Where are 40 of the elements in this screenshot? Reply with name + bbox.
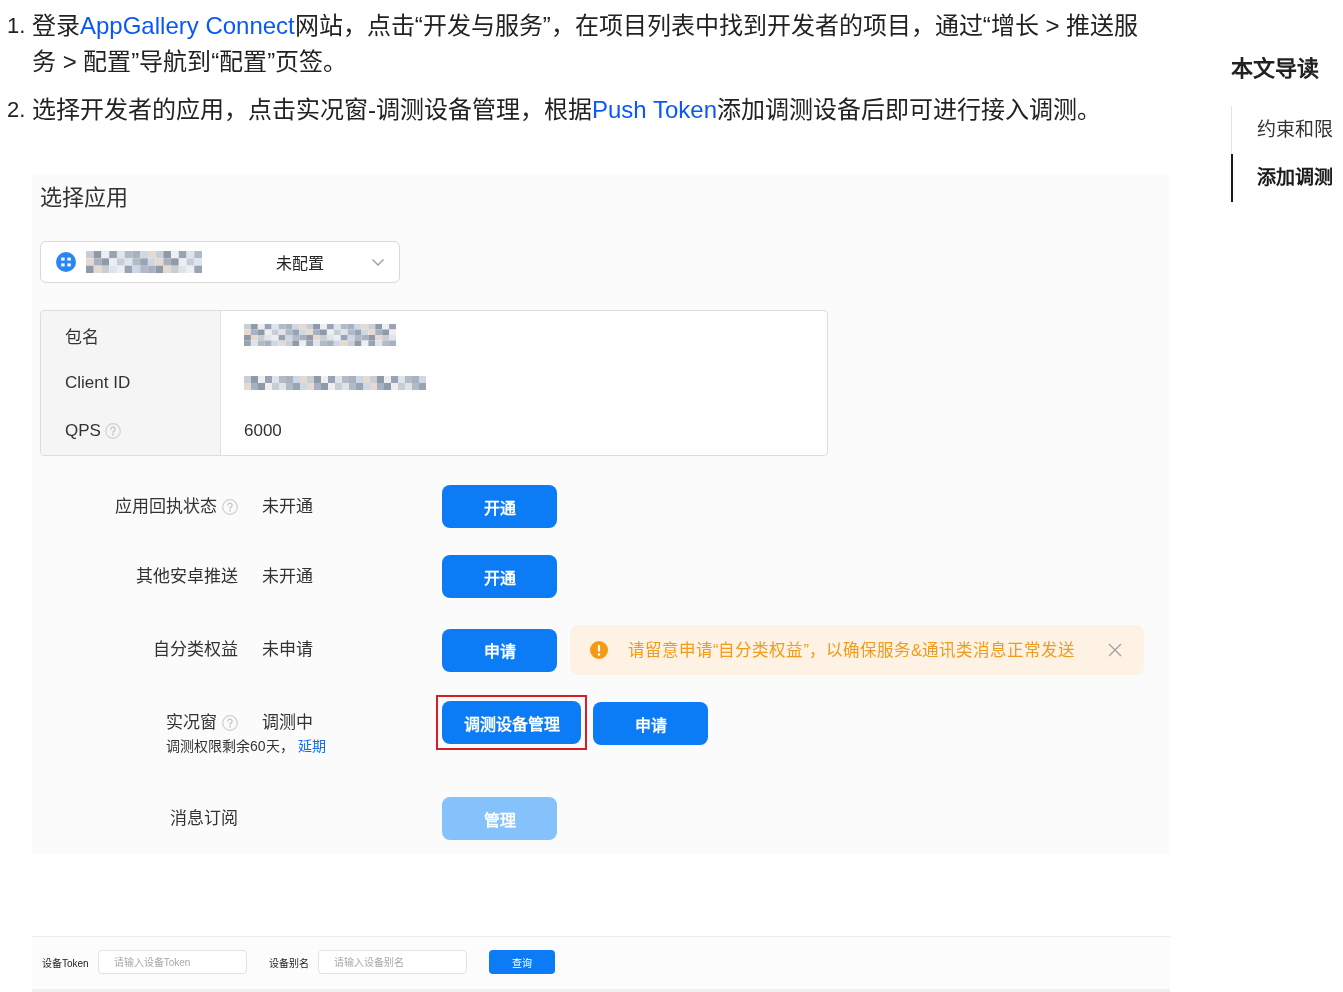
- step-text: 登录AppGallery Connect网站，点击“开发与服务”，在项目列表中找到开发者的项目，通过“增长 > 推送服务 > 配置”导航到“配置”页签。: [32, 11, 1140, 77]
- step-text: 选择开发者的应用，点击实况窗-调测设备管理，根据Push Token添加调测设备后即可进行接入调测。: [32, 95, 1101, 125]
- setting-label: 实况窗: [166, 712, 217, 734]
- setting-label: 自分类权益: [153, 639, 238, 661]
- input-field[interactable]: 请输入设备Token: [97, 950, 247, 974]
- extend-link[interactable]: 延期: [297, 738, 326, 754]
- field-label: 设备别名: [268, 956, 309, 970]
- field-label: 设备Token: [42, 956, 89, 970]
- app-logo-icon: [56, 252, 76, 272]
- action-button[interactable]: 调测设备管理: [442, 701, 581, 744]
- link[interactable]: Push Token: [592, 96, 717, 123]
- alert-text: 请留意申请“自分类权益”，以确保服务&通讯类消息正常发送: [628, 640, 1075, 661]
- setting-label: 应用回执状态: [115, 495, 217, 518]
- action-button[interactable]: 申请: [593, 702, 708, 745]
- setting-label: 其他安卓推送: [136, 565, 238, 588]
- input-field[interactable]: 请输入设备别名: [317, 950, 467, 974]
- close-icon[interactable]: [1108, 643, 1122, 657]
- warning-icon: [590, 641, 608, 659]
- section-title: 选择应用: [40, 185, 129, 211]
- action-button[interactable]: 开通: [442, 555, 557, 598]
- status-text: 未开通: [262, 495, 313, 518]
- toc-link[interactable]: 约束和限: [1231, 106, 1333, 154]
- status-text: 未申请: [262, 639, 313, 661]
- action-button[interactable]: 申请: [442, 628, 557, 672]
- link[interactable]: AppGallery Connect: [80, 12, 295, 39]
- status-text: 调测中: [262, 712, 313, 734]
- field-label: QPS: [65, 421, 101, 441]
- setting-label: 消息订阅: [170, 807, 238, 830]
- status-text: 未开通: [262, 565, 313, 588]
- toc-link[interactable]: 添加调测: [1231, 154, 1333, 202]
- search-button[interactable]: 查询: [488, 950, 555, 974]
- field-label: Client ID: [65, 373, 131, 393]
- step-number: 1.: [7, 12, 27, 40]
- action-button[interactable]: 开通: [442, 485, 557, 528]
- hint-text: 调测权限剩余60天， 延期: [166, 737, 326, 756]
- field-value: 6000: [244, 421, 282, 441]
- app-select[interactable]: 未配置: [40, 241, 400, 283]
- field-label: 包名: [65, 326, 99, 348]
- toc-title: 本文导读: [1231, 55, 1320, 83]
- step-number: 2.: [7, 96, 27, 124]
